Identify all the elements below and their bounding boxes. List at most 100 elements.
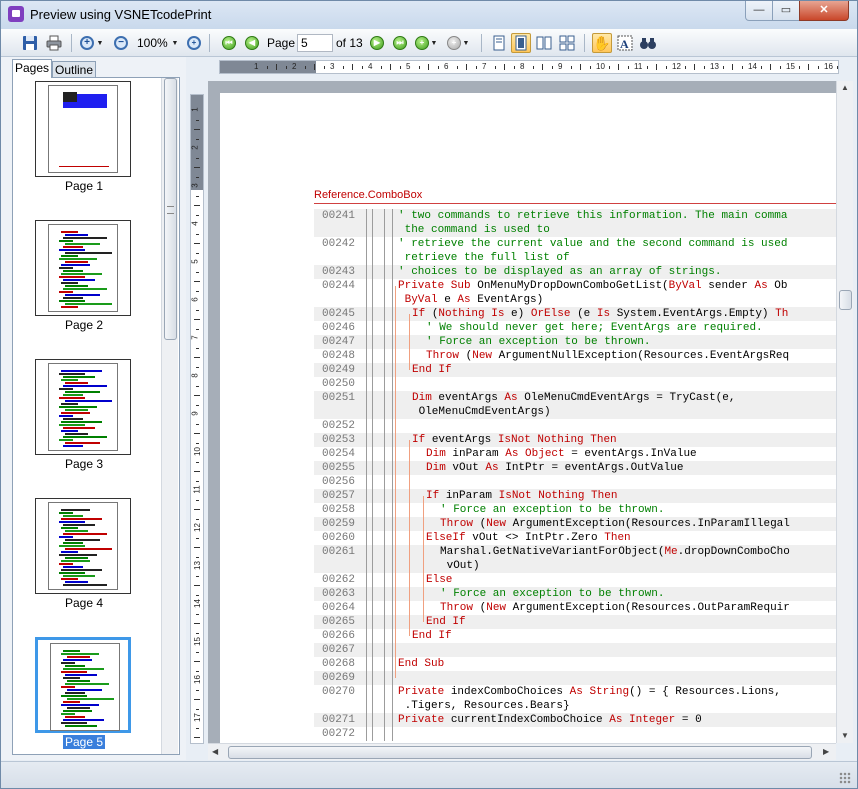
thumbnail-line: [61, 527, 78, 529]
thumbnail-line: [61, 686, 75, 688]
minimize-button[interactable]: —: [745, 1, 773, 21]
vertical-scrollbar[interactable]: ▲ ▼: [836, 81, 853, 743]
thumbnail-line: [61, 560, 90, 562]
zoom-fit-button[interactable]: +: [184, 33, 204, 53]
zoom-dropdown[interactable]: ▼: [169, 33, 181, 53]
vertical-scrollbar-thumb[interactable]: [839, 290, 852, 310]
thumbnail-line: [59, 424, 85, 426]
last-page-button[interactable]: ⏭: [390, 33, 410, 53]
two-page-button[interactable]: [534, 33, 554, 53]
thumbnail-scrollbar-thumb[interactable]: [164, 78, 177, 340]
thumbnail-line: [59, 572, 85, 574]
tab-pages[interactable]: Pages: [12, 59, 52, 78]
comment-token: ' Force an exception to be thrown.: [440, 588, 665, 600]
line-number: 00270: [322, 686, 356, 698]
page-thumbnail[interactable]: Page 2: [35, 220, 133, 332]
ruler-tick: [196, 651, 199, 653]
zoom-in-dropdown[interactable]: ▼: [95, 33, 105, 53]
keyword-token: As String: [569, 686, 630, 698]
zoom-level[interactable]: 100%: [137, 36, 168, 50]
find-button[interactable]: [638, 33, 658, 53]
next-page-button[interactable]: ▶: [367, 33, 387, 53]
code-text: ' Force an exception to be thrown.: [440, 587, 664, 601]
ruler-number: 1: [190, 107, 200, 112]
continuous-page-button[interactable]: [511, 33, 531, 53]
comment-token: ' two commands to retrieve this informat…: [398, 210, 788, 222]
horizontal-scrollbar-thumb[interactable]: [228, 746, 812, 759]
first-page-button[interactable]: ⏮: [219, 33, 239, 53]
ruler-number: 14: [192, 599, 202, 608]
zoom-in-button[interactable]: +: [77, 33, 97, 53]
ruler-number: 12: [672, 62, 681, 71]
thumbnail-page: [48, 224, 118, 312]
ruler-tick: [196, 233, 199, 235]
thumbnail-line: [61, 306, 78, 308]
thumbnail-scrollbar[interactable]: [161, 78, 178, 754]
thumbnail-line: [63, 297, 83, 299]
code-token: inParam: [452, 448, 506, 460]
ruler-number: 8: [190, 373, 200, 378]
ruler-tick: [196, 537, 199, 539]
horizontal-scrollbar[interactable]: ◀ ▶: [208, 743, 836, 760]
thumbnail-line: [61, 379, 78, 381]
indent-guide: [384, 209, 385, 741]
code-listing: 00241 ' two commands to retrieve this inf…: [314, 209, 836, 741]
scroll-left-icon[interactable]: ◀: [212, 747, 218, 756]
code-text: If inParam IsNot Nothing Then: [426, 489, 617, 503]
page-viewport[interactable]: Reference.ComboBox 00241 ' two commands t…: [208, 81, 836, 743]
multi-page-button[interactable]: [557, 33, 577, 53]
thumbnail-line: [65, 382, 88, 384]
keyword-token: ByVal: [398, 294, 445, 306]
ruler-tick: [194, 585, 200, 586]
scroll-up-icon[interactable]: ▲: [841, 83, 849, 92]
thumbnail-line: [61, 662, 75, 664]
previous-page-button[interactable]: ◀: [242, 33, 262, 53]
ruler-tick: [196, 442, 199, 444]
ruler-number: 10: [596, 62, 605, 71]
hand-tool-button[interactable]: ✋: [592, 33, 612, 53]
thumbnail-line: [59, 563, 73, 565]
thumbnail-line: [65, 557, 88, 559]
line-number: 00242: [322, 238, 356, 250]
zoom-out-button[interactable]: −: [111, 33, 131, 53]
scroll-right-icon[interactable]: ▶: [823, 747, 829, 756]
print-button[interactable]: [44, 33, 64, 53]
forward-dropdown[interactable]: ▼: [429, 33, 439, 53]
code-text: Throw (New ArgumentException(Resources.I…: [440, 517, 790, 531]
page-thumbnail[interactable]: Page 4: [35, 498, 133, 610]
page-number-input[interactable]: [297, 34, 333, 52]
keyword-token: Throw: [440, 602, 480, 614]
ruler-tick: [196, 461, 199, 463]
page-thumbnail[interactable]: Page 5: [35, 637, 133, 749]
back-dropdown[interactable]: ▼: [461, 33, 471, 53]
ruler-tick: [694, 64, 695, 70]
thumbnail-line: [63, 515, 83, 517]
ruler-tick: [196, 138, 199, 140]
page-header: Reference.ComboBox: [314, 189, 423, 201]
close-button[interactable]: ✕: [799, 1, 849, 21]
page-thumbnail[interactable]: Page 3: [35, 359, 133, 471]
document-page: Reference.ComboBox 00241 ' two commands t…: [220, 93, 836, 743]
ruler-tick: [196, 385, 199, 387]
line-number: 00257: [322, 490, 356, 502]
keyword-token: Private Sub: [398, 280, 478, 292]
line-number: 00260: [322, 532, 356, 544]
keyword-token: As: [457, 294, 478, 306]
single-page-button[interactable]: [489, 33, 509, 53]
printer-icon: [46, 35, 62, 51]
save-button[interactable]: [20, 33, 40, 53]
thumbnail-line: [61, 509, 90, 511]
last-page-icon: ⏭: [393, 36, 407, 50]
page-thumbnail[interactable]: Page 1: [35, 81, 133, 193]
ruler-tick: [437, 66, 439, 69]
scroll-down-icon[interactable]: ▼: [841, 731, 849, 740]
ruler-tick: [722, 66, 724, 69]
thumbnail-line: [65, 243, 100, 245]
ruler-tick: [194, 623, 200, 624]
resize-grip-icon[interactable]: [839, 772, 851, 784]
keyword-token: Else: [426, 574, 453, 586]
select-text-button[interactable]: A: [615, 33, 635, 53]
tab-outline[interactable]: Outline: [52, 61, 96, 78]
maximize-button[interactable]: ▭: [772, 1, 800, 21]
thumbnail-line: [65, 692, 85, 694]
